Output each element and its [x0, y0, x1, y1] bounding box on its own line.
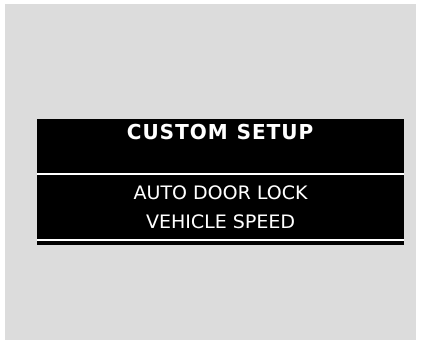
multi-info-display: CUSTOM SETUP AUTO DOOR LOCK VEHICLE SPEE… — [37, 119, 404, 245]
menu-item-vehicle-speed[interactable]: VEHICLE SPEED — [37, 211, 404, 233]
instrument-panel-frame: CUSTOM SETUP AUTO DOOR LOCK VEHICLE SPEE… — [5, 4, 416, 340]
selection-underline — [37, 239, 404, 241]
screen-title: CUSTOM SETUP — [126, 120, 315, 144]
menu-item-auto-door-lock[interactable]: AUTO DOOR LOCK — [37, 182, 404, 204]
title-divider — [37, 173, 404, 175]
